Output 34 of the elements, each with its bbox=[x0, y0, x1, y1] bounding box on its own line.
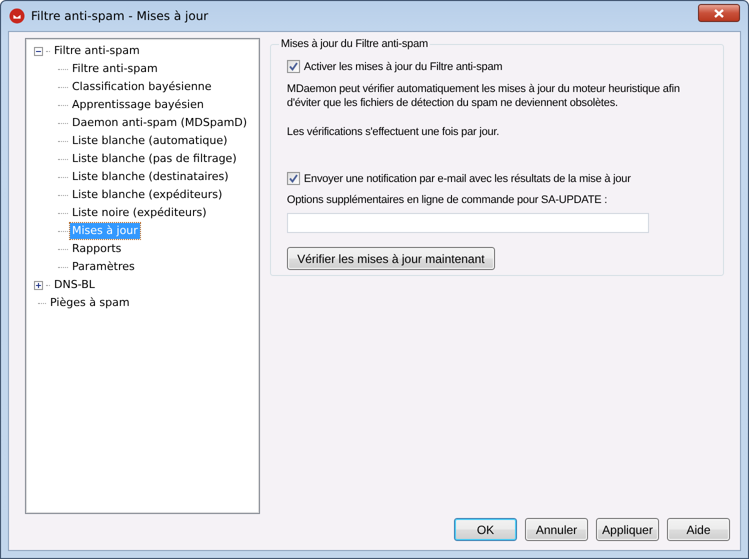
close-button[interactable] bbox=[698, 4, 740, 22]
checkbox[interactable] bbox=[286, 172, 300, 185]
tree-item[interactable]: Classification bayésienne bbox=[70, 79, 214, 95]
options-label: Options supplémentaires en ligne de commande pour SA-UPDATE : bbox=[286, 193, 608, 207]
tree-item[interactable]: DNS-BL bbox=[52, 277, 97, 293]
window-title: Filtre anti-spam - Mises à jour bbox=[31, 9, 210, 23]
dialog-button[interactable]: Annuler bbox=[525, 518, 588, 541]
tree-item[interactable]: Apprentissage bayésien bbox=[70, 97, 206, 113]
tree-item[interactable]: Daemon anti-spam (MDSpamD) bbox=[70, 115, 250, 131]
checkbox-label[interactable]: Activer les mises à jour du Filtre anti-spam bbox=[304, 60, 502, 72]
dialog-button[interactable]: OK bbox=[454, 518, 517, 541]
checkbox[interactable] bbox=[286, 60, 300, 73]
tree-item[interactable]: Liste blanche (automatique) bbox=[70, 133, 230, 149]
close-icon bbox=[714, 8, 724, 18]
tree-item[interactable]: Liste noire (expéditeurs) bbox=[70, 205, 209, 221]
dialog-button[interactable]: Aide bbox=[667, 518, 730, 541]
checkbox-label[interactable]: Envoyer une notification par e-mail avec les résultats de la mise à jour bbox=[304, 172, 631, 184]
tree-item[interactable]: Paramètres bbox=[70, 259, 137, 275]
tree-item[interactable]: Rapports bbox=[70, 241, 124, 257]
expand-icon[interactable] bbox=[34, 280, 43, 290]
collapse-icon[interactable] bbox=[34, 46, 43, 56]
description-text: MDaemon peut vérifier automatiquement les mises à jour du moteur heuristique afin d'éviter que les fichiers de détection du spam ne deviennent obsolètes. bbox=[286, 82, 681, 110]
tree-item[interactable]: Liste blanche (destinataires) bbox=[70, 169, 231, 185]
tree-item[interactable]: Liste blanche (pas de filtrage) bbox=[70, 151, 239, 167]
frequency-text: Les vérifications s'effectuent une fois par jour. bbox=[286, 125, 500, 139]
check-updates-button[interactable]: Vérifier les mises à jour maintenant bbox=[286, 247, 495, 270]
tree-item[interactable]: Filtre anti-spam bbox=[70, 61, 160, 77]
app-icon bbox=[9, 8, 25, 24]
tree-item[interactable]: Liste blanche (expéditeurs) bbox=[70, 187, 224, 203]
tree-item[interactable]: Pièges à spam bbox=[48, 295, 132, 311]
options-field[interactable] bbox=[286, 213, 649, 233]
tree-item[interactable]: Filtre anti-spam bbox=[52, 43, 142, 59]
dialog-button[interactable]: Appliquer bbox=[596, 518, 659, 541]
group-title: Mises à jour du Filtre anti-spam bbox=[280, 38, 429, 50]
